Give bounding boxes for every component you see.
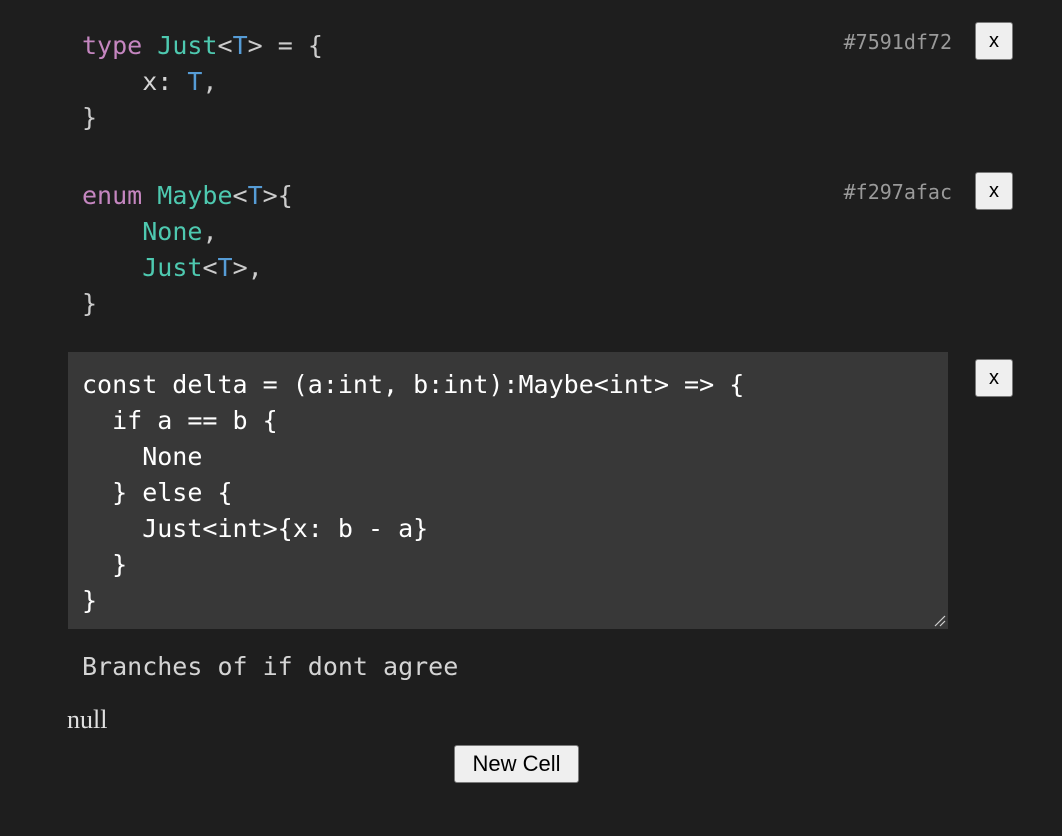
- punct: }: [82, 289, 98, 318]
- code-line: const delta = (a:int, b:int):Maybe<int> …: [82, 370, 745, 399]
- punct: >{: [262, 181, 293, 210]
- code-line: } else {: [82, 478, 233, 507]
- code-line: }: [82, 550, 128, 579]
- code-line: None: [82, 442, 203, 471]
- cell-1-hash: #7591df72: [843, 30, 952, 54]
- variant: Just: [142, 253, 203, 282]
- field: x:: [82, 67, 188, 96]
- code-cell-1: type Just<T> = { x: T,}: [68, 28, 948, 138]
- cell-3-result: null: [67, 705, 108, 734]
- new-cell-button[interactable]: New Cell: [454, 745, 579, 783]
- punct: <: [232, 181, 248, 210]
- type-name: Just: [157, 31, 218, 60]
- code-line: if a == b {: [82, 406, 278, 435]
- type-param: T: [217, 253, 233, 282]
- variant: None: [142, 217, 203, 246]
- punct: <: [202, 253, 218, 282]
- cell-2-close-button[interactable]: x: [975, 172, 1013, 210]
- punct: ,: [202, 67, 218, 96]
- keyword: type: [82, 31, 143, 60]
- type-name: Maybe: [157, 181, 233, 210]
- cell-1-close-button[interactable]: x: [975, 22, 1013, 60]
- punct: ,: [202, 217, 218, 246]
- punct: > = {: [247, 31, 323, 60]
- punct: <: [217, 31, 233, 60]
- keyword: enum: [82, 181, 143, 210]
- cell-3-code-editor[interactable]: const delta = (a:int, b:int):Maybe<int> …: [68, 352, 948, 629]
- cell-2-code: enum Maybe<T>{ None, Just<T>,}: [68, 178, 948, 322]
- cell-1-code: type Just<T> = { x: T,}: [68, 28, 948, 136]
- code-line: }: [82, 586, 98, 615]
- resize-grip-icon[interactable]: [934, 615, 946, 627]
- code-cell-2: enum Maybe<T>{ None, Just<T>,}: [68, 178, 948, 324]
- type-param: T: [187, 67, 203, 96]
- punct: >,: [232, 253, 263, 282]
- cell-2-hash: #f297afac: [843, 180, 952, 204]
- cell-3-error-message: Branches of if dont agree: [82, 652, 459, 681]
- code-line: Just<int>{x: b - a}: [82, 514, 429, 543]
- type-param: T: [247, 181, 263, 210]
- cell-3-close-button[interactable]: x: [975, 359, 1013, 397]
- cell-3-code[interactable]: const delta = (a:int, b:int):Maybe<int> …: [68, 367, 948, 619]
- type-param: T: [232, 31, 248, 60]
- punct: }: [82, 103, 98, 132]
